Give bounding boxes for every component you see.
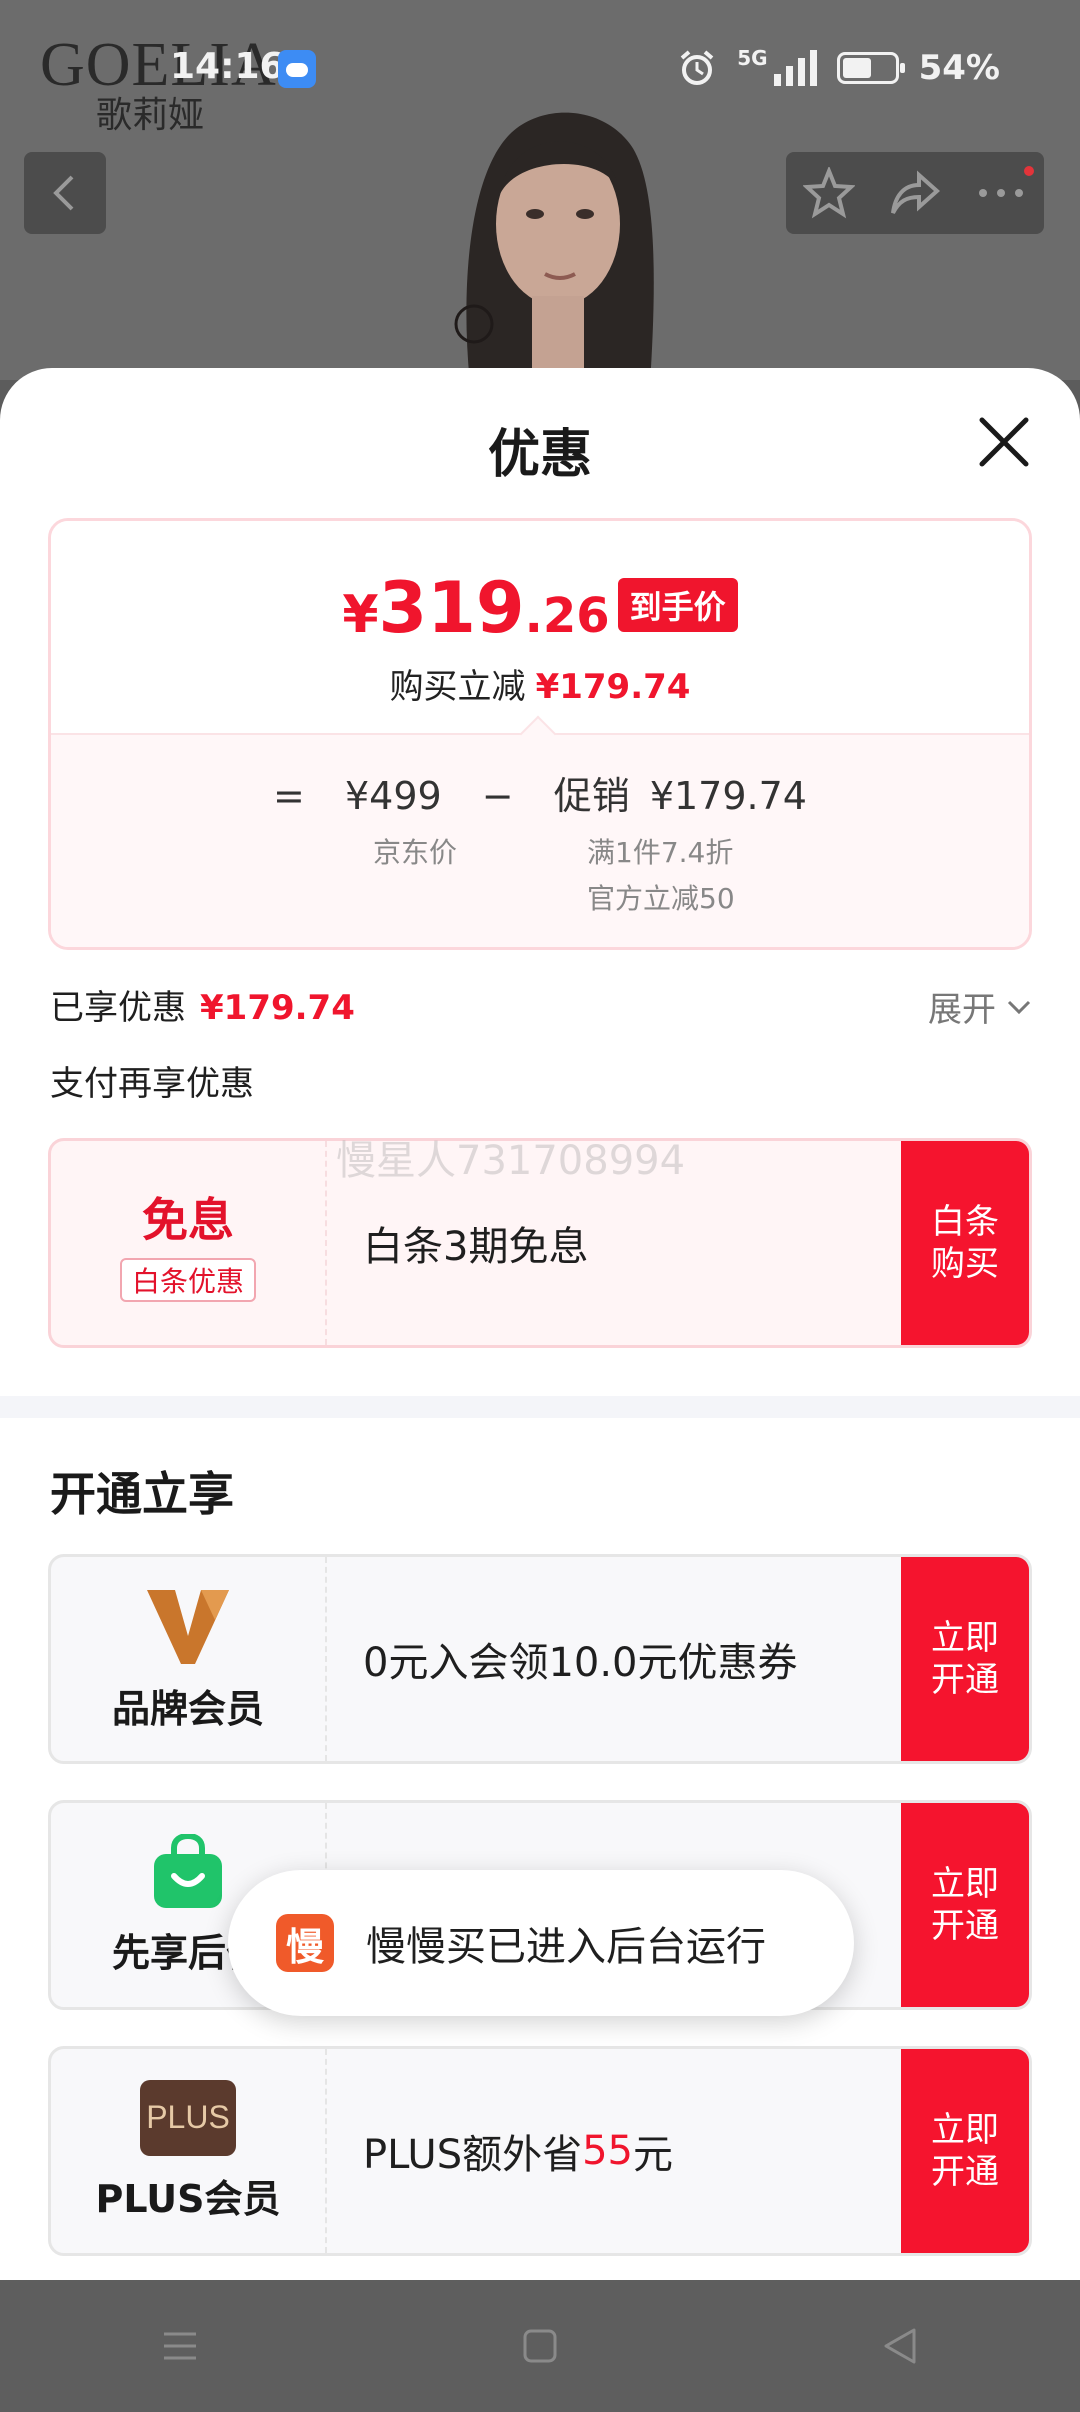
- final-price-tag: 到手价: [617, 578, 738, 632]
- share-icon[interactable]: [889, 167, 941, 219]
- back-button[interactable]: [24, 152, 106, 234]
- open-brand-member-button[interactable]: 立即开通: [901, 1557, 1029, 1761]
- open-plus-button[interactable]: 立即开通: [901, 2049, 1029, 2253]
- member-desc: 0元入会领10.0元优惠券: [363, 1640, 798, 1686]
- favorite-star-icon[interactable]: [803, 167, 855, 219]
- close-icon[interactable]: [976, 414, 1032, 470]
- chevron-left-icon: [53, 175, 74, 211]
- manmanmai-app-icon: 慢: [276, 1914, 334, 1972]
- back-triangle-icon[interactable]: [880, 2326, 920, 2366]
- more-icon[interactable]: [975, 167, 1027, 219]
- alarm-icon: [680, 50, 714, 85]
- baitiao-buy-button[interactable]: 白条购买: [901, 1141, 1029, 1345]
- jd-price-label: 京东价: [373, 836, 458, 869]
- pay-more-label: 支付再享优惠: [50, 1064, 254, 1104]
- price-card: ¥319.26 到手价 购买立减 ¥179.74 = ¥499 − 促销 ¥179.…: [48, 518, 1032, 950]
- battery-icon: [836, 52, 905, 84]
- brand-member-card: 品牌会员 0元入会领10.0元优惠券 立即开通: [48, 1554, 1032, 1764]
- status-bar: 14:16 5G 54%: [0, 0, 1080, 140]
- chevron-down-icon: [1007, 1000, 1031, 1014]
- section-title: 开通立享: [50, 1467, 234, 1521]
- status-time: 14:16: [170, 46, 285, 87]
- price-formula: = ¥499 − 促销 ¥179.74: [273, 774, 807, 818]
- shopping-bag-icon: [154, 1833, 222, 1908]
- brand-member-v-icon: [147, 1589, 229, 1664]
- open-pay-later-button[interactable]: 立即开通: [901, 1803, 1029, 2007]
- network-label: 5G: [737, 46, 768, 70]
- sheet-title: 优惠: [487, 425, 592, 485]
- promo-detail: 官方立减50: [587, 882, 735, 915]
- interest-free-title: 免息: [142, 1193, 234, 1247]
- plus-logo: PLUS: [140, 2079, 236, 2156]
- signal-icon: [773, 50, 817, 86]
- watermark: 慢星人731708994: [336, 1138, 686, 1184]
- top-actions-bar: [786, 152, 1044, 234]
- notification-dot: [1022, 164, 1036, 178]
- menu-icon[interactable]: [160, 2326, 200, 2366]
- final-price: ¥319.26 到手价: [51, 567, 1029, 649]
- home-icon[interactable]: [520, 2326, 560, 2366]
- price-breakdown: = ¥499 − 促销 ¥179.74 京东价 满1件7.4折 官方立减50: [51, 715, 1029, 947]
- reduce-line: 购买立减 ¥179.74: [389, 667, 691, 707]
- background-running-toast: 慢 慢慢买已进入后台运行: [228, 1870, 854, 2016]
- expand-button[interactable]: 展开: [928, 982, 1032, 1031]
- promo-detail: 满1件7.4折: [587, 836, 734, 869]
- jd-price: ¥499: [344, 774, 442, 818]
- enjoyed-discount: 已享优惠 ¥179.74: [50, 988, 355, 1028]
- member-desc: PLUS额外省 55 元: [363, 2128, 673, 2178]
- battery-percent: 54%: [918, 48, 1000, 88]
- section-divider: [0, 1396, 1080, 1418]
- system-nav-bar: [0, 2280, 1080, 2412]
- weather-icon: [278, 50, 316, 88]
- baitiao-tag: 白条优惠: [119, 1258, 256, 1302]
- promo-amount: ¥179.74: [649, 774, 807, 818]
- toast-text: 慢慢买已进入后台运行: [366, 1924, 766, 1970]
- plus-member-card: PLUS PLUS会员 PLUS额外省 55 元 立即开通: [48, 2046, 1032, 2256]
